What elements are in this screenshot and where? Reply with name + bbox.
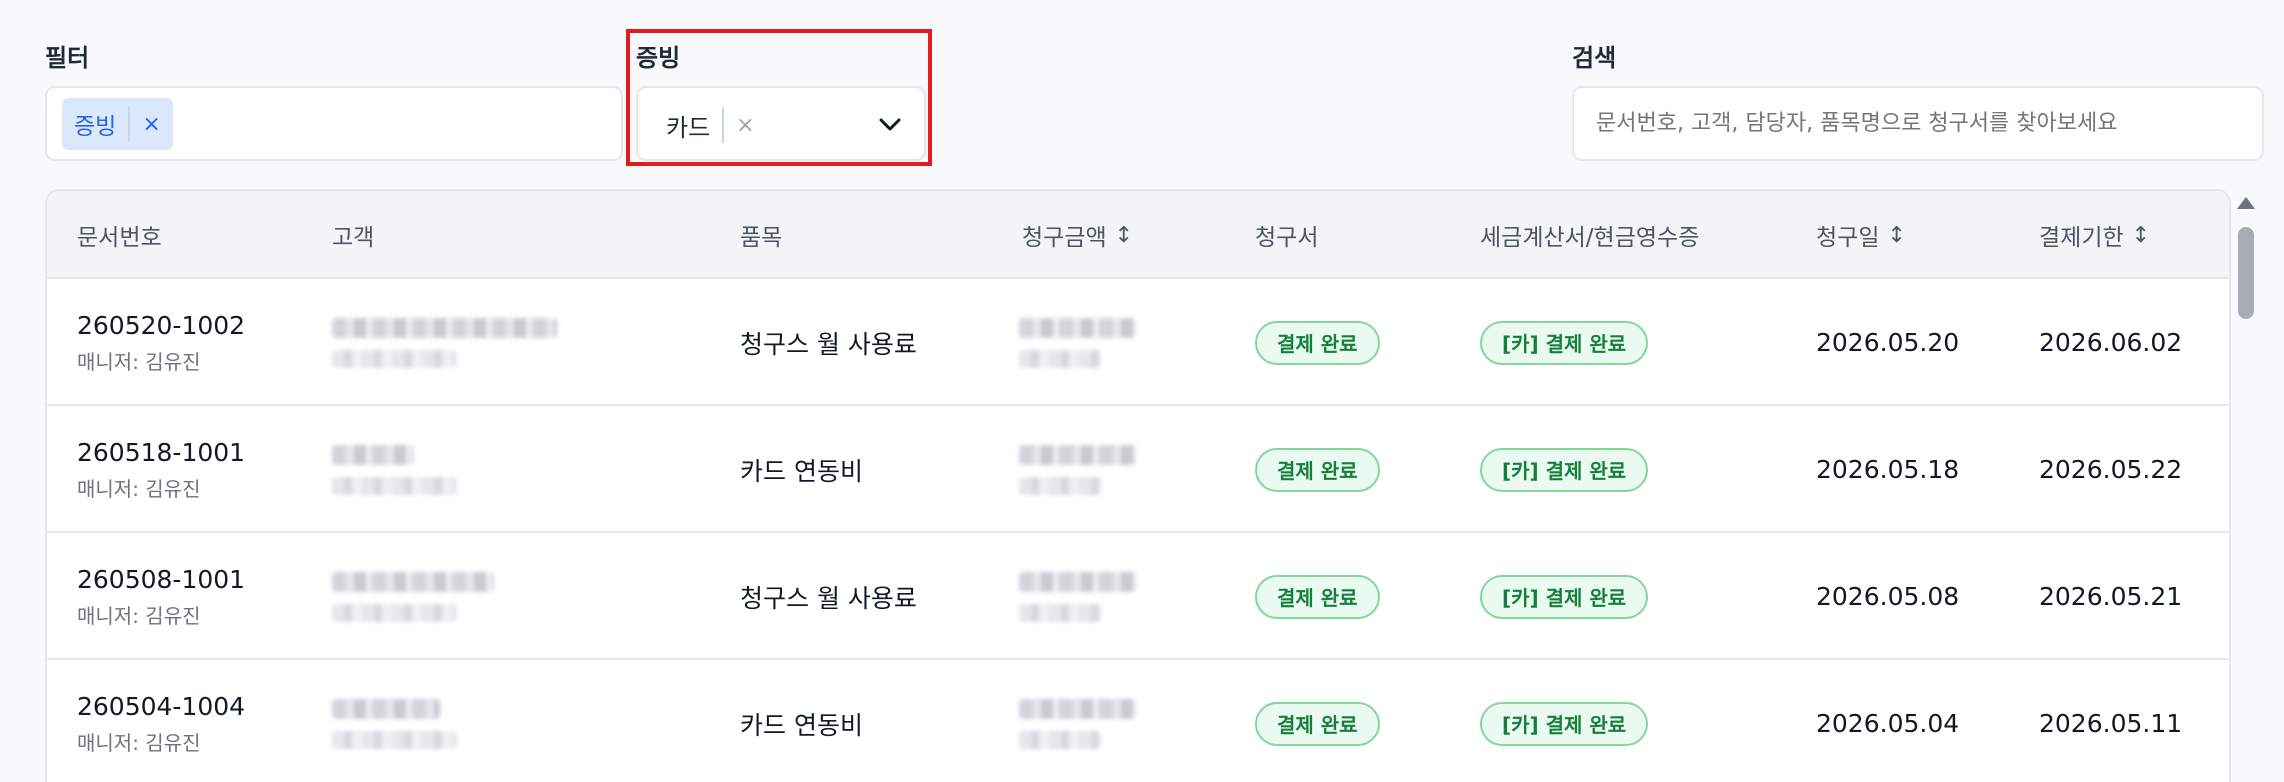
due-date-cell: 2026.05.22 <box>2039 455 2183 484</box>
table-scrollbar[interactable] <box>2233 189 2259 782</box>
tax-status-cell: [카] 결제 완료 <box>1480 279 1649 406</box>
search-input[interactable] <box>1572 86 2264 161</box>
filter-chip-remove-icon[interactable]: × <box>142 112 160 137</box>
customer-blurred <box>332 279 557 406</box>
status-badge: [카] 결제 완료 <box>1480 320 1649 365</box>
item-cell: 청구스 월 사용료 <box>740 583 917 613</box>
sort-icon[interactable]: ↕ <box>1115 223 1133 248</box>
status-badge: 결제 완료 <box>1255 320 1380 365</box>
due-date-cell: 2026.05.11 <box>2039 709 2183 738</box>
amount-blurred <box>1019 279 1137 406</box>
table-row[interactable]: 260518-1001 매니저: 김유진 카드 연동비 결제 완료 [카] 결제… <box>47 406 2229 533</box>
doc-no: 260504-1004 <box>77 691 246 721</box>
status-badge: [카] 결제 완료 <box>1480 701 1649 746</box>
evidence-highlight-box <box>626 29 932 166</box>
manager: 매니저: 김유진 <box>77 476 201 501</box>
table-row[interactable]: 260520-1002 매니저: 김유진 청구스 월 사용료 결제 완료 [카]… <box>47 279 2229 406</box>
tax-status-cell: [카] 결제 완료 <box>1480 406 1649 533</box>
item-cell: 카드 연동비 <box>740 456 863 486</box>
billing-date-cell: 2026.05.18 <box>1816 455 1960 484</box>
table-row[interactable]: 260508-1001 매니저: 김유진 청구스 월 사용료 결제 완료 [카]… <box>47 533 2229 660</box>
customer-blurred <box>332 533 494 660</box>
doc-no: 260508-1001 <box>77 564 246 594</box>
sort-icon[interactable]: ↕ <box>2132 223 2150 248</box>
header-item: 품목 <box>740 225 783 251</box>
sort-icon[interactable]: ↕ <box>1887 223 1905 248</box>
billing-date-cell: 2026.05.08 <box>1816 582 1960 611</box>
status-badge: 결제 완료 <box>1255 447 1380 492</box>
filter-chip-divider <box>128 106 131 142</box>
status-badge: [카] 결제 완료 <box>1480 574 1649 619</box>
doc-no-cell: 260520-1002 매니저: 김유진 <box>77 279 245 406</box>
doc-no: 260520-1002 <box>77 310 246 340</box>
invoice-status-cell: 결제 완료 <box>1255 279 1380 406</box>
header-tax-receipt: 세금계산서/현금영수증 <box>1480 225 1700 251</box>
item-cell: 카드 연동비 <box>740 710 863 740</box>
header-amount[interactable]: 청구금액 ↕ <box>1022 191 1133 279</box>
table-row[interactable]: 260504-1004 매니저: 김유진 카드 연동비 결제 완료 [카] 결제… <box>47 660 2229 782</box>
header-invoice: 청구서 <box>1255 225 1319 251</box>
header-billing-date[interactable]: 청구일 ↕ <box>1816 191 1906 279</box>
invoice-status-cell: 결제 완료 <box>1255 406 1380 533</box>
item-cell: 청구스 월 사용료 <box>740 329 917 359</box>
doc-no-cell: 260504-1004 매니저: 김유진 <box>77 660 245 782</box>
manager: 매니저: 김유진 <box>77 349 201 374</box>
tax-status-cell: [카] 결제 완료 <box>1480 533 1649 660</box>
invoice-table: 문서번호 고객 품목 청구금액 ↕ 청구서 세금계산서/현금영수증 청구일 ↕ 결제… <box>45 189 2231 782</box>
due-date-cell: 2026.06.02 <box>2039 328 2183 357</box>
invoice-status-cell: 결제 완료 <box>1255 533 1380 660</box>
filter-field[interactable]: 증빙 × <box>45 86 623 161</box>
doc-no: 260518-1001 <box>77 437 246 467</box>
manager: 매니저: 김유진 <box>77 603 201 628</box>
due-date-cell: 2026.05.21 <box>2039 582 2183 611</box>
tax-status-cell: [카] 결제 완료 <box>1480 660 1649 782</box>
filter-label: 필터 <box>45 44 90 72</box>
scroll-thumb[interactable] <box>2238 227 2254 319</box>
customer-blurred <box>332 660 457 782</box>
filter-chip[interactable]: 증빙 × <box>62 98 173 150</box>
billing-date-cell: 2026.05.20 <box>1816 328 1960 357</box>
header-doc-no: 문서번호 <box>77 225 162 251</box>
amount-blurred <box>1019 406 1137 533</box>
search-label: 검색 <box>1572 44 1617 72</box>
table-header: 문서번호 고객 품목 청구금액 ↕ 청구서 세금계산서/현금영수증 청구일 ↕ 결제… <box>47 191 2229 279</box>
filter-chip-label: 증빙 <box>74 114 117 140</box>
header-customer: 고객 <box>332 225 375 251</box>
doc-no-cell: 260518-1001 매니저: 김유진 <box>77 406 245 533</box>
scroll-up-icon[interactable] <box>2237 197 2255 209</box>
invoice-status-cell: 결제 완료 <box>1255 660 1380 782</box>
amount-blurred <box>1019 660 1137 782</box>
status-badge: [카] 결제 완료 <box>1480 447 1649 492</box>
status-badge: 결제 완료 <box>1255 701 1380 746</box>
billing-date-cell: 2026.05.04 <box>1816 709 1960 738</box>
header-due-date[interactable]: 결제기한 ↕ <box>2039 191 2150 279</box>
amount-blurred <box>1019 533 1137 660</box>
manager: 매니저: 김유진 <box>77 730 201 755</box>
customer-blurred <box>332 406 457 533</box>
doc-no-cell: 260508-1001 매니저: 김유진 <box>77 533 245 660</box>
status-badge: 결제 완료 <box>1255 574 1380 619</box>
